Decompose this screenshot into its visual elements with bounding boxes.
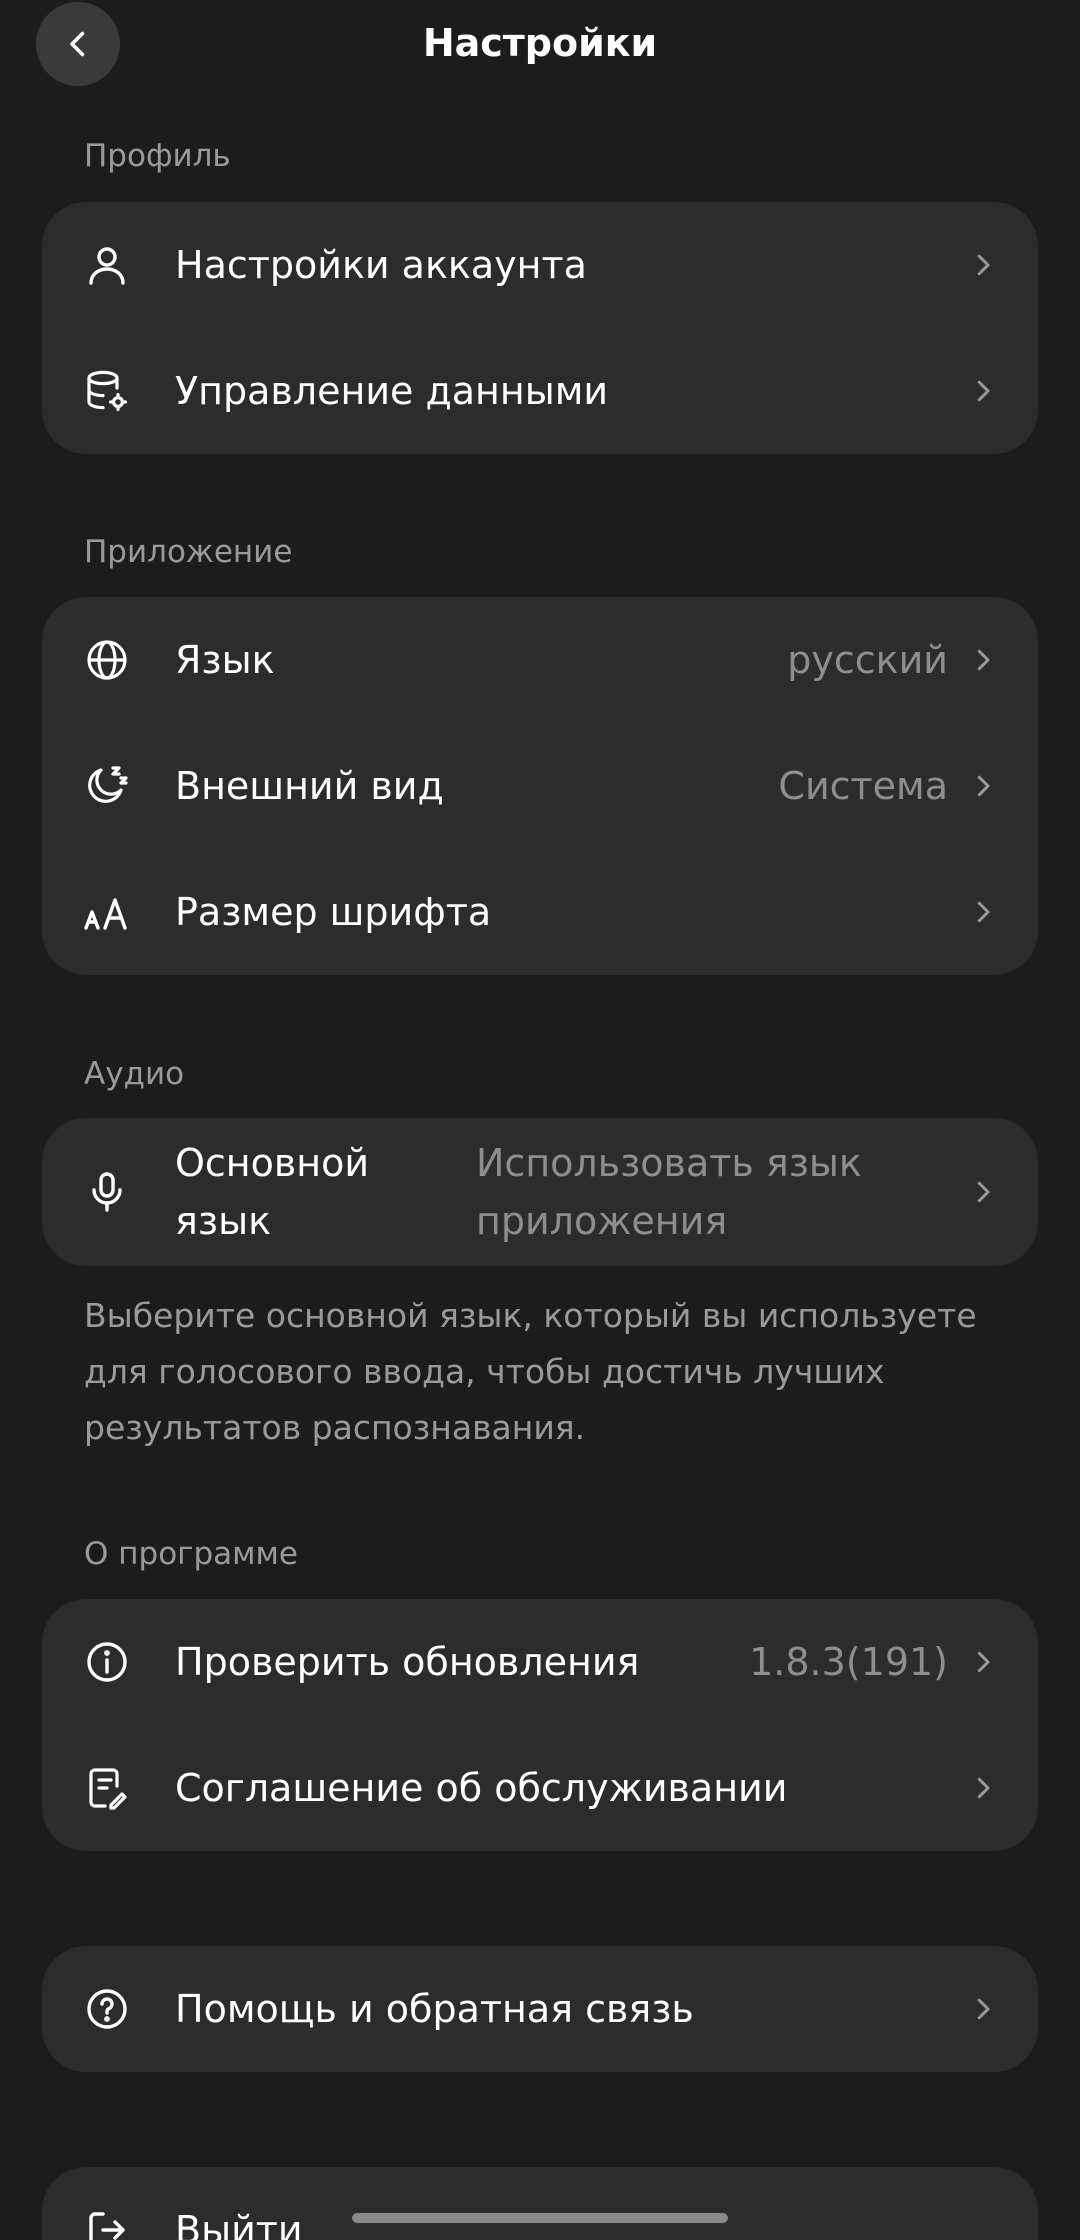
chevron-right-icon <box>977 254 990 276</box>
document-edit-icon <box>82 1763 132 1813</box>
appearance-value: Система <box>778 764 948 808</box>
primary-language-item[interactable]: Основной язык Использовать язык приложен… <box>42 1118 1038 1266</box>
help-card: Помощь и обратная связь <box>42 1946 1038 2072</box>
primary-language-label: Основной язык <box>175 1141 370 1243</box>
section-label-about: О программе <box>84 1536 298 1572</box>
chevron-right-icon <box>977 775 990 797</box>
globe-icon <box>82 635 132 685</box>
microphone-icon <box>82 1167 132 1217</box>
account-settings-label: Настройки аккаунта <box>175 243 587 287</box>
font-size-label: Размер шрифта <box>175 890 492 934</box>
primary-language-value: Использовать язык приложения <box>476 1141 862 1243</box>
app-version-value: 1.8.3(191) <box>749 1640 948 1684</box>
check-updates-label: Проверить обновления <box>175 1640 640 1684</box>
check-updates-item[interactable]: Проверить обновления 1.8.3(191) <box>42 1599 1038 1725</box>
app-card: Язык русский Внешний вид Система Размер … <box>42 597 1038 975</box>
database-settings-icon <box>82 366 132 416</box>
chevron-right-icon <box>977 1998 990 2020</box>
logout-icon <box>82 2205 132 2240</box>
appearance-item[interactable]: Внешний вид Система <box>42 723 1038 849</box>
home-indicator[interactable] <box>352 2213 728 2223</box>
service-agreement-label: Соглашение об обслуживании <box>175 1766 788 1810</box>
page-title: Настройки <box>422 21 658 65</box>
account-settings-item[interactable]: Настройки аккаунта <box>42 202 1038 328</box>
section-label-profile: Профиль <box>84 138 231 174</box>
language-label: Язык <box>175 638 275 682</box>
data-management-label: Управление данными <box>175 369 609 413</box>
language-value: русский <box>787 638 948 682</box>
help-feedback-label: Помощь и обратная связь <box>175 1987 694 2031</box>
chevron-right-icon <box>977 1777 990 1799</box>
chevron-right-icon <box>977 901 990 923</box>
section-label-app: Приложение <box>84 534 293 570</box>
service-agreement-item[interactable]: Соглашение об обслуживании <box>42 1725 1038 1851</box>
chevron-right-icon <box>977 1181 990 1203</box>
font-size-icon <box>82 887 132 937</box>
language-item[interactable]: Язык русский <box>42 597 1038 723</box>
settings-screen: Настройки Профиль Настройки аккаунта Упр… <box>0 0 1080 2240</box>
audio-note: Выберите основной язык, который вы испол… <box>84 1296 977 1447</box>
audio-card: Основной язык Использовать язык приложен… <box>42 1118 1038 1266</box>
about-card: Проверить обновления 1.8.3(191) Соглашен… <box>42 1599 1038 1851</box>
help-feedback-item[interactable]: Помощь и обратная связь <box>42 1946 1038 2072</box>
logout-label: Выйти <box>175 2208 303 2240</box>
section-label-audio: Аудио <box>84 1056 185 1092</box>
logout-item[interactable]: Выйти <box>42 2167 1038 2240</box>
moon-icon <box>82 761 132 811</box>
chevron-right-icon <box>977 649 990 671</box>
chevron-right-icon <box>977 380 990 402</box>
user-icon <box>82 240 132 290</box>
data-management-item[interactable]: Управление данными <box>42 328 1038 454</box>
help-circle-icon <box>82 1984 132 2034</box>
profile-card: Настройки аккаунта Управление данными <box>42 202 1038 454</box>
logout-card: Выйти <box>42 2167 1038 2240</box>
info-icon <box>82 1637 132 1687</box>
appearance-label: Внешний вид <box>175 764 444 808</box>
font-size-item[interactable]: Размер шрифта <box>42 849 1038 975</box>
chevron-right-icon <box>977 1651 990 1673</box>
